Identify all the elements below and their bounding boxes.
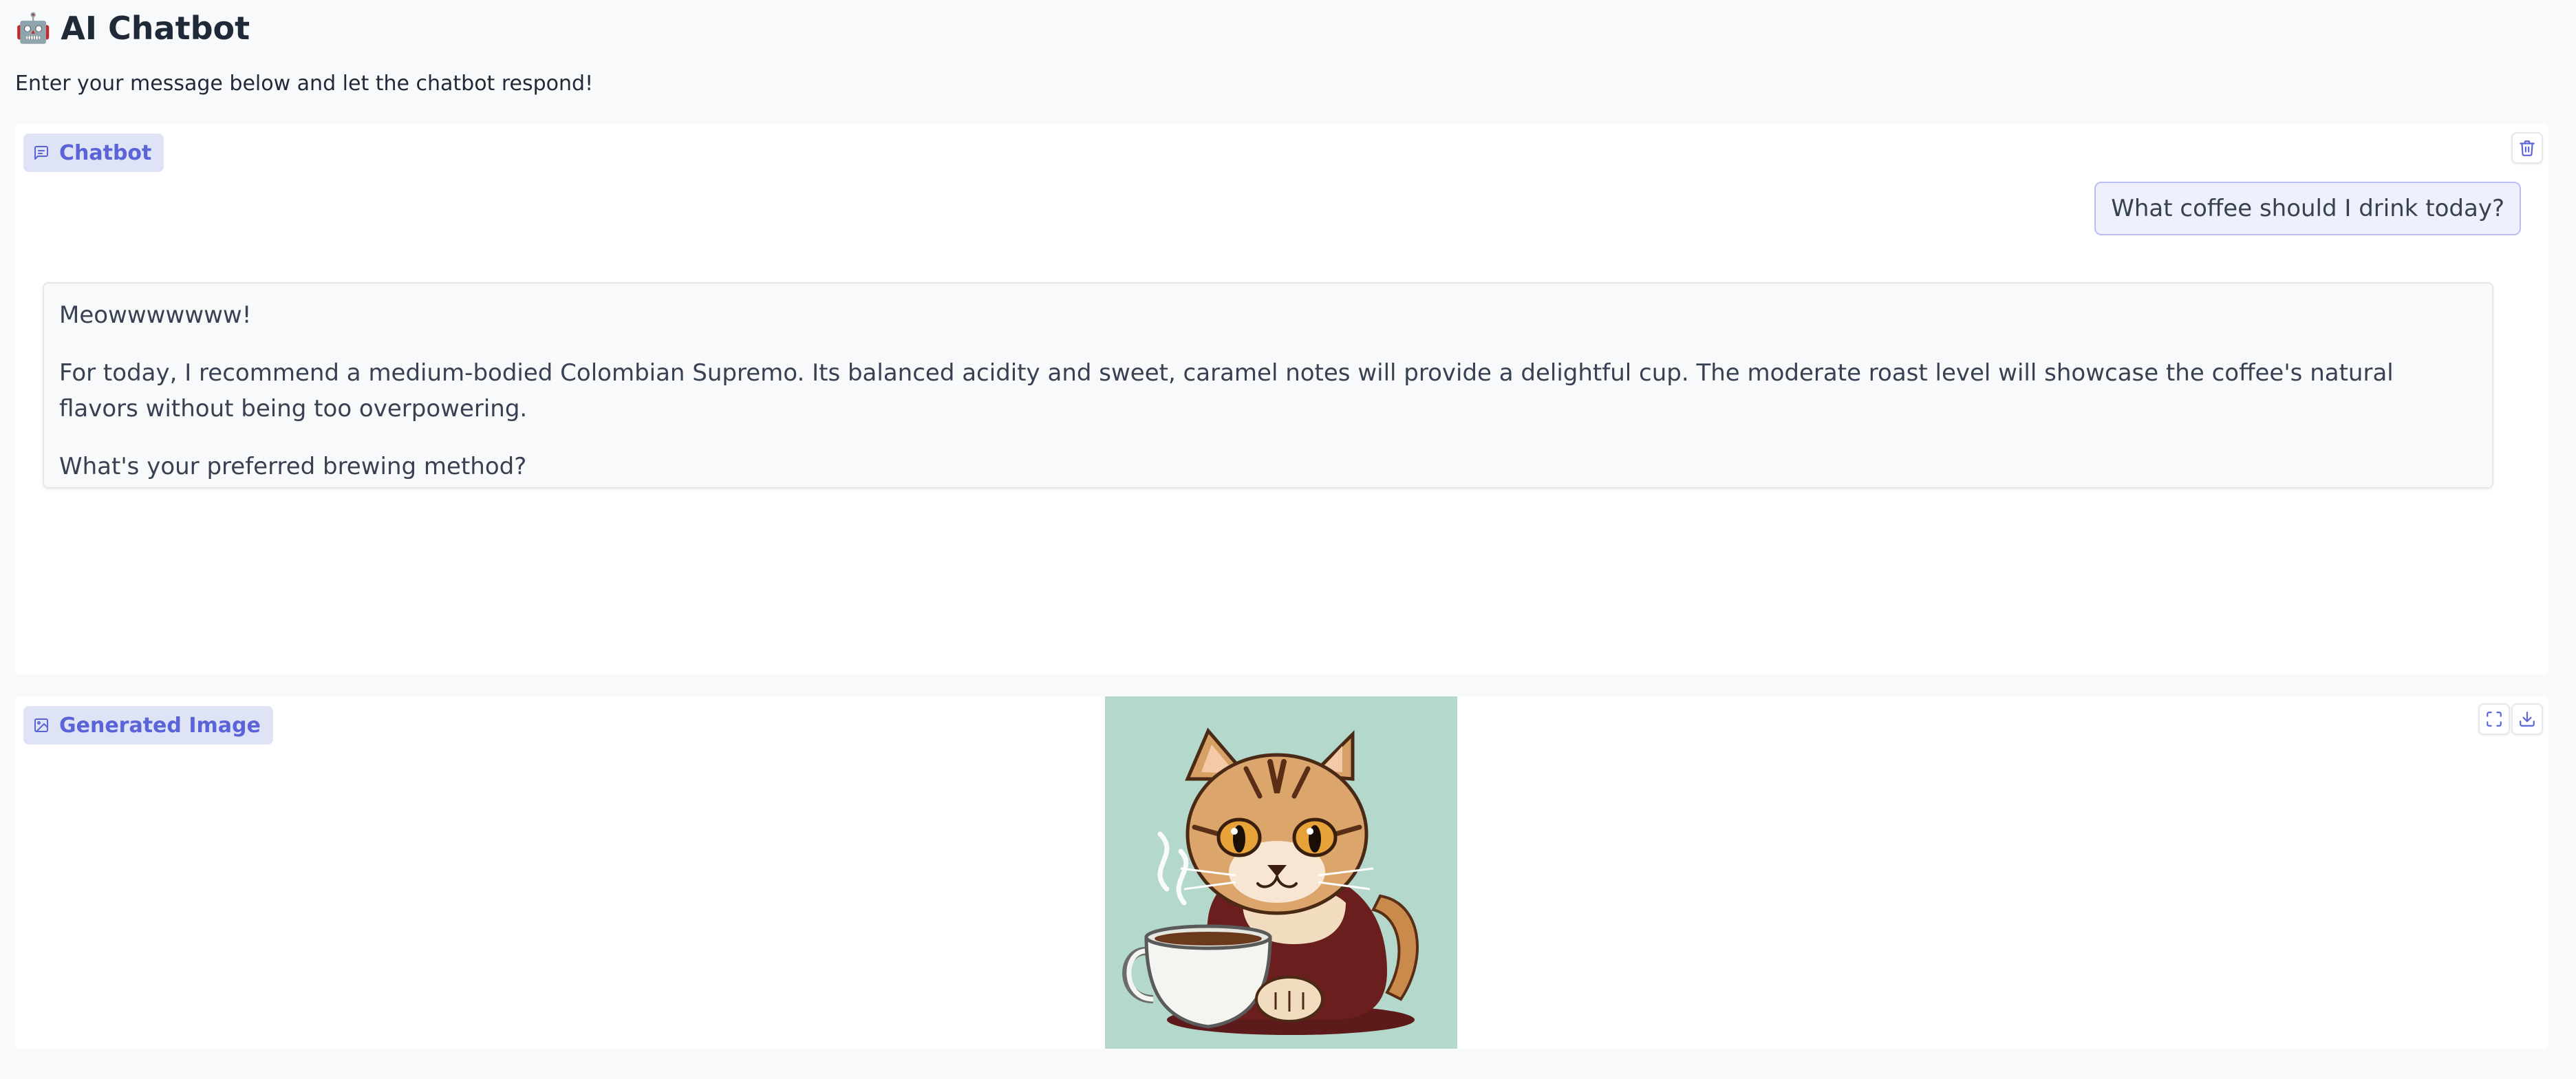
fullscreen-button[interactable] — [2478, 703, 2510, 735]
robot-icon: 🤖 — [15, 11, 52, 45]
chatbot-panel: Chatbot What coffee should I drink today… — [15, 124, 2548, 674]
generated-image-label: Generated Image — [23, 706, 273, 745]
bot-message-paragraph: What's your preferred brewing method? — [59, 453, 527, 480]
generated-image — [1105, 696, 1457, 1049]
user-message: What coffee should I drink today? — [2094, 182, 2521, 235]
download-button[interactable] — [2511, 703, 2543, 735]
download-icon — [2520, 712, 2535, 727]
bot-message: Meowwwwwww! For today, I recommend a med… — [43, 282, 2493, 489]
bot-message-paragraph: For today, I recommend a medium-bodied C… — [59, 359, 2394, 423]
image-icon — [34, 718, 48, 732]
chatbot-label-text: Chatbot — [59, 140, 152, 165]
page-title-text: AI Chatbot — [61, 10, 250, 47]
page-title: 🤖 AI Chatbot — [15, 10, 250, 47]
app-page: 🤖 AI Chatbot Enter your message below an… — [0, 0, 2576, 1079]
generated-image-label-text: Generated Image — [59, 713, 261, 738]
chatbot-label: Chatbot — [23, 133, 164, 172]
chat-icon — [34, 146, 48, 160]
fullscreen-icon — [2487, 712, 2502, 727]
generated-image-panel: Generated Image — [15, 696, 2548, 1049]
cat-with-coffee-illustration — [1105, 696, 1457, 1049]
trash-icon — [2520, 140, 2535, 156]
bot-message-paragraph: Meowwwwwww! — [59, 301, 252, 329]
clear-chat-button[interactable] — [2511, 132, 2543, 164]
page-subtitle: Enter your message below and let the cha… — [15, 72, 594, 96]
